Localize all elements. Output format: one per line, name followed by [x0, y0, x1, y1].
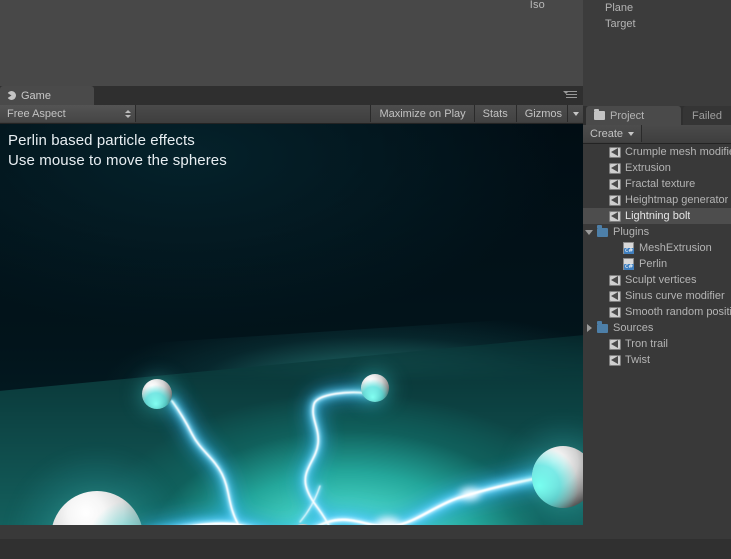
updown-arrows-icon: [125, 109, 131, 118]
sphere-middle: [272, 509, 334, 525]
tab-failed-label: Failed: [692, 109, 722, 122]
tab-game[interactable]: Game: [0, 86, 94, 105]
gizmos-dropdown-caret[interactable]: [567, 105, 583, 122]
game-tabstrip: Game: [0, 86, 583, 106]
panel-menu-icon[interactable]: [563, 89, 579, 102]
project-tree-row[interactable]: Tron trail: [583, 336, 731, 352]
create-button-label: Create: [590, 127, 624, 140]
right-column: Plane Target Project Failed Create Crump…: [583, 0, 731, 559]
hierarchy-item-label: Target: [605, 18, 636, 30]
chevron-right-icon[interactable]: [583, 324, 595, 332]
project-tree-row-label: Tron trail: [625, 338, 668, 350]
aspect-ratio-value: Free Aspect: [7, 107, 66, 120]
unity-game-icon: [7, 91, 16, 100]
unity-scene-icon: [607, 354, 622, 366]
project-tree-row-label: Fractal texture: [625, 178, 696, 190]
editor-bottom-bar: [0, 539, 731, 559]
hierarchy-item-target[interactable]: Target: [583, 16, 731, 32]
project-tree-row[interactable]: Twist: [583, 352, 731, 368]
overlay-line-2: Use mouse to move the spheres: [8, 152, 227, 169]
hierarchy-item-plane[interactable]: Plane: [583, 0, 731, 16]
csharp-script-icon: [621, 242, 636, 254]
aspect-ratio-dropdown[interactable]: Free Aspect: [0, 105, 136, 122]
sphere-large-left: [9, 449, 185, 525]
csharp-script-icon: [621, 258, 636, 270]
overlay-line-1: Perlin based particle effects: [8, 132, 195, 149]
project-tree-row-label: Sinus curve modifier: [625, 290, 725, 302]
project-tree-row-label: Plugins: [613, 226, 650, 238]
stats-button[interactable]: Stats: [473, 105, 516, 122]
project-tree-row[interactable]: Extrusion: [583, 160, 731, 176]
scene-view-orientation-label: Iso: [529, 0, 545, 11]
project-tree-row-label: Crumple mesh modifier: [625, 146, 731, 158]
project-tree-row-label: Twist: [625, 354, 651, 366]
project-tree-row-label: Perlin: [639, 258, 668, 270]
tab-failed[interactable]: Failed: [683, 106, 731, 125]
chevron-down-icon[interactable]: [583, 229, 595, 235]
hierarchy-item-label: Plane: [605, 2, 634, 14]
project-tree-row-label: Sculpt vertices: [625, 274, 697, 286]
project-toolbar: Create: [583, 125, 731, 144]
project-tree-row[interactable]: Crumple mesh modifier: [583, 144, 731, 160]
unity-scene-icon: [607, 162, 622, 174]
project-tree-row[interactable]: MeshExtrusion: [583, 240, 731, 256]
chevron-down-icon: [572, 111, 579, 116]
gizmos-button[interactable]: Gizmos: [515, 105, 567, 122]
folder-icon: [595, 225, 610, 237]
chevron-down-icon: [628, 131, 635, 136]
project-tree-row[interactable]: Heightmap generator: [583, 192, 731, 208]
project-tree-row-label: Sources: [613, 322, 654, 334]
project-tree-row-label: Smooth random positions: [625, 306, 731, 318]
folder-icon: [595, 321, 610, 333]
project-tree-row[interactable]: Perlin: [583, 256, 731, 272]
unity-scene-icon: [607, 194, 622, 206]
hierarchy-panel: Plane Target: [583, 0, 731, 106]
project-tree-row-label: Lightning bolt: [625, 210, 691, 222]
unity-scene-icon: [607, 178, 622, 190]
project-tabstrip: Project Failed: [583, 106, 731, 126]
folder-icon: [594, 108, 605, 120]
maximize-on-play-button[interactable]: Maximize on Play: [370, 105, 474, 122]
game-toolbar: Free Aspect Maximize on Play Stats Gizmo…: [0, 105, 583, 124]
project-tree-row[interactable]: Sources: [583, 320, 731, 336]
unity-scene-icon: [607, 338, 622, 350]
project-tree-row-label: Heightmap generator: [625, 194, 729, 206]
create-button[interactable]: Create: [583, 125, 643, 142]
sphere-right: [504, 418, 583, 525]
project-tree-row[interactable]: Smooth random positions: [583, 304, 731, 320]
sphere-top-left: [128, 365, 186, 423]
unity-scene-icon: [607, 210, 622, 222]
project-tree-row[interactable]: Lightning bolt: [583, 208, 731, 224]
project-tree-row[interactable]: Sinus curve modifier: [583, 288, 731, 304]
unity-scene-icon: [607, 290, 622, 302]
project-tree-row[interactable]: Fractal texture: [583, 176, 731, 192]
unity-scene-icon: [607, 146, 622, 158]
project-panel: Project Failed Create Crumple mesh modif…: [583, 106, 731, 559]
unity-editor-window: Iso Game Free Aspect Maximize on Play St…: [0, 0, 731, 559]
tab-project-label: Project: [610, 109, 645, 122]
project-asset-tree[interactable]: Crumple mesh modifier Extrusion Fractal te…: [583, 144, 731, 559]
sphere-top-middle: [348, 361, 402, 415]
project-tree-row[interactable]: Plugins: [583, 224, 731, 240]
unity-scene-icon: [607, 274, 622, 286]
project-tree-row-label: Extrusion: [625, 162, 671, 174]
game-render-surface[interactable]: Perlin based particle effects Use mouse …: [0, 124, 583, 525]
game-view-panel: Game Free Aspect Maximize on Play Stats …: [0, 86, 583, 539]
unity-scene-icon: [607, 306, 622, 318]
tab-project[interactable]: Project: [586, 106, 681, 125]
scene-view-panel[interactable]: Iso: [0, 0, 583, 86]
game-overlay-text: Perlin based particle effects Use mouse …: [8, 131, 227, 171]
project-tree-row[interactable]: Sculpt vertices: [583, 272, 731, 288]
tab-game-label: Game: [21, 89, 51, 102]
project-tree-row-label: MeshExtrusion: [639, 242, 712, 254]
